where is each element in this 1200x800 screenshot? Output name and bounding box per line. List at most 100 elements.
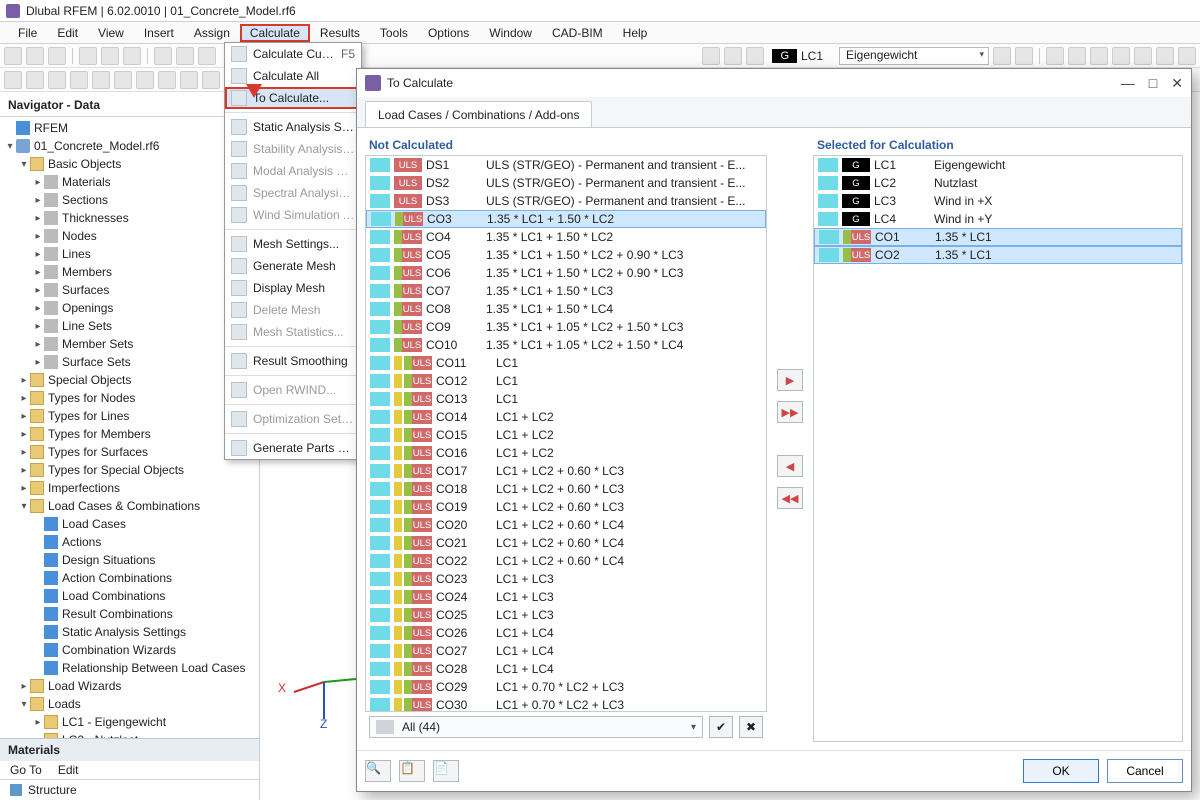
menu-help[interactable]: Help [613,24,658,42]
tb-result-icon[interactable] [1090,47,1108,65]
tb-print-icon[interactable] [79,47,97,65]
tree-item[interactable]: ▸Special Objects [4,371,255,389]
tree-item[interactable]: ▸Imperfections [4,479,255,497]
list-item[interactable]: ULSCO23LC1 + LC3 [366,570,766,588]
tree-item[interactable]: Static Analysis Settings [4,623,255,641]
list-item[interactable]: ULSCO21LC1 + LC2 + 0.60 * LC4 [366,534,766,552]
move-left-button[interactable]: ◀ [777,455,803,477]
tb-result-icon[interactable] [1156,47,1174,65]
calc-menu-item[interactable]: Calculate All [225,65,361,87]
deselect-all-icon[interactable]: ✖ [739,716,763,738]
tb-draw-icon[interactable] [202,71,220,89]
tb-open-icon[interactable] [26,47,44,65]
copy-icon[interactable]: 📋 [399,760,425,782]
list-item[interactable]: ULSDS2ULS (STR/GEO) - Permanent and tran… [366,174,766,192]
materials-edit[interactable]: Edit [58,763,79,777]
tb-redo-icon[interactable] [123,47,141,65]
tree-rfem[interactable]: RFEM [4,119,255,137]
list-item[interactable]: GLC4Wind in +Y [814,210,1182,228]
calc-menu-item[interactable]: Static Analysis Settings [225,116,361,138]
tree-item[interactable]: Result Combinations [4,605,255,623]
list-item[interactable]: ULSCO30LC1 + 0.70 * LC2 + LC3 [366,696,766,712]
calc-menu-item[interactable]: Generate Mesh [225,255,361,277]
ok-button[interactable]: OK [1023,759,1099,783]
materials-tab[interactable]: Structure [0,779,259,800]
tb-draw-icon[interactable] [70,71,88,89]
list-item[interactable]: ULSCO11.35 * LC1 [814,228,1182,246]
calc-menu-item[interactable]: Result Smoothing [225,350,361,372]
tree-loads[interactable]: ▾Loads [4,695,255,713]
tree-item[interactable]: ▸LC2 - Nutzlast [4,731,255,738]
tree-item[interactable]: ▸Materials [4,173,255,191]
navigator-tree[interactable]: RFEM▾01_Concrete_Model.rf6▾Basic Objects… [0,117,259,738]
list-item[interactable]: ULSCO20LC1 + LC2 + 0.60 * LC4 [366,516,766,534]
tb-result-icon[interactable] [1178,47,1196,65]
tree-item[interactable]: ▸Surfaces [4,281,255,299]
tree-item[interactable]: Combination Wizards [4,641,255,659]
menu-view[interactable]: View [88,24,134,42]
list-item[interactable]: ULSCO91.35 * LC1 + 1.05 * LC2 + 1.50 * L… [366,318,766,336]
tb-draw-icon[interactable] [158,71,176,89]
tree-item[interactable]: ▸LC1 - Eigengewicht [4,713,255,731]
tree-item[interactable]: ▸Lines [4,245,255,263]
select-all-icon[interactable]: ✔ [709,716,733,738]
tb-save-icon[interactable] [48,47,66,65]
list-item[interactable]: ULSCO16LC1 + LC2 [366,444,766,462]
list-item[interactable]: ULSCO71.35 * LC1 + 1.50 * LC3 [366,282,766,300]
menu-assign[interactable]: Assign [184,24,240,42]
menu-insert[interactable]: Insert [134,24,184,42]
calc-menu-item[interactable]: Display Mesh [225,277,361,299]
tree-item[interactable]: Action Combinations [4,569,255,587]
menu-edit[interactable]: Edit [47,24,88,42]
tree-basic-objects[interactable]: ▾Basic Objects [4,155,255,173]
tree-item[interactable]: ▸Sections [4,191,255,209]
filter-combo[interactable]: All (44) [369,716,703,738]
help-icon[interactable]: 🔍 [365,760,391,782]
menu-results[interactable]: Results [310,24,370,42]
move-all-left-button[interactable]: ◀◀ [777,487,803,509]
tb-lc-icon[interactable] [724,47,742,65]
tree-item[interactable]: ▸Nodes [4,227,255,245]
cancel-button[interactable]: Cancel [1107,759,1183,783]
tree-lcc[interactable]: ▾Load Cases & Combinations [4,497,255,515]
list-item[interactable]: ULSCO25LC1 + LC3 [366,606,766,624]
calc-menu-item[interactable]: To Calculate... [225,87,361,109]
tb-result-icon[interactable] [1112,47,1130,65]
tb-draw-icon[interactable] [26,71,44,89]
tree-item[interactable]: ▸Types for Surfaces [4,443,255,461]
maximize-icon[interactable]: □ [1149,75,1157,92]
list-item[interactable]: ULSCO28LC1 + LC4 [366,660,766,678]
tree-item[interactable]: Relationship Between Load Cases [4,659,255,677]
tree-item[interactable]: ▸Openings [4,299,255,317]
list-item[interactable]: ULSCO18LC1 + LC2 + 0.60 * LC3 [366,480,766,498]
paste-icon[interactable]: 📄 [433,760,459,782]
tree-item[interactable]: ▸Members [4,263,255,281]
calc-menu-item[interactable]: Calculate Current LoadingF5 [225,43,361,65]
calc-menu-item[interactable]: Generate Parts List [225,437,361,459]
tree-item[interactable]: Load Combinations [4,587,255,605]
move-right-button[interactable]: ▶ [777,369,803,391]
menu-cad-bim[interactable]: CAD-BIM [542,24,613,42]
list-item[interactable]: ULSCO61.35 * LC1 + 1.50 * LC2 + 0.90 * L… [366,264,766,282]
menu-file[interactable]: File [8,24,47,42]
tb-result-icon[interactable] [1134,47,1152,65]
tb-draw-icon[interactable] [114,71,132,89]
list-item[interactable]: ULSCO17LC1 + LC2 + 0.60 * LC3 [366,462,766,480]
tree-item[interactable]: ▸Types for Nodes [4,389,255,407]
list-item[interactable]: ULSCO12LC1 [366,372,766,390]
list-item[interactable]: ULSCO27LC1 + LC4 [366,642,766,660]
tb-result-icon[interactable] [1068,47,1086,65]
tb-draw-icon[interactable] [92,71,110,89]
tb-lc-icon[interactable] [746,47,764,65]
list-item[interactable]: ULSDS1ULS (STR/GEO) - Permanent and tran… [366,156,766,174]
list-item[interactable]: ULSCO21.35 * LC1 [814,246,1182,264]
materials-goto[interactable]: Go To [10,763,42,777]
tb-draw-icon[interactable] [48,71,66,89]
menu-options[interactable]: Options [418,24,479,42]
tb-new-icon[interactable] [4,47,22,65]
not-calculated-list[interactable]: ULSDS1ULS (STR/GEO) - Permanent and tran… [365,155,767,712]
calc-menu-item[interactable]: Mesh Settings... [225,233,361,255]
tb-draw-icon[interactable] [180,71,198,89]
tree-item[interactable]: ▸Surface Sets [4,353,255,371]
tree-item[interactable]: Actions [4,533,255,551]
